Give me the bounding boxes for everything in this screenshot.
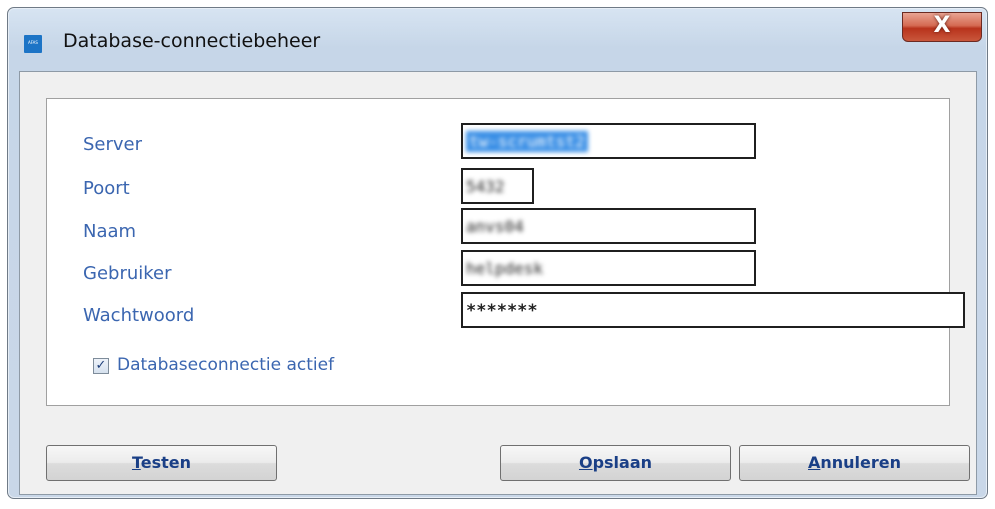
testen-button[interactable]: Testen xyxy=(46,445,277,481)
close-icon: X xyxy=(933,13,951,38)
connection-settings-panel: Server tw-scrumtst2 Poort 5432 Naam anvs… xyxy=(46,98,965,406)
opslaan-accesskey: O xyxy=(578,453,593,472)
wachtwoord-value: ******* xyxy=(466,301,538,321)
poort-value: 5432 xyxy=(466,177,505,196)
active-checkbox[interactable]: ✓ xyxy=(93,358,109,374)
app-logo-icon: AFAS xyxy=(24,35,42,53)
active-checkbox-label[interactable]: Databaseconnectie actief xyxy=(117,355,334,375)
gebruiker-label: Gebruiker xyxy=(83,263,172,284)
annuleren-label: nnuleren xyxy=(820,453,902,472)
close-button[interactable]: X xyxy=(902,12,982,42)
naam-input[interactable]: anvs04 xyxy=(461,208,756,244)
server-label: Server xyxy=(83,134,143,155)
window-title: Database-connectiebeheer xyxy=(63,30,321,52)
annuleren-accesskey: A xyxy=(807,453,821,472)
title-bar[interactable]: AFAS Database-connectiebeheer X xyxy=(8,8,987,68)
opslaan-label: pslaan xyxy=(592,453,653,472)
naam-value: anvs04 xyxy=(466,217,524,236)
app-logo-text: AFAS xyxy=(28,40,38,45)
dialog-window: AFAS Database-connectiebeheer X Server t… xyxy=(7,7,988,499)
gebruiker-input[interactable]: helpdesk xyxy=(461,250,756,286)
testen-accesskey: T xyxy=(131,453,141,472)
wachtwoord-label: Wachtwoord xyxy=(83,305,195,326)
opslaan-button[interactable]: Opslaan xyxy=(500,445,731,481)
server-value: tw-scrumtst2 xyxy=(466,131,588,152)
poort-input[interactable]: 5432 xyxy=(461,168,534,204)
annuleren-button[interactable]: Annuleren xyxy=(739,445,970,481)
wachtwoord-input[interactable]: ******* xyxy=(461,292,965,328)
dialog-client-area: Server tw-scrumtst2 Poort 5432 Naam anvs… xyxy=(19,71,977,495)
naam-label: Naam xyxy=(83,221,137,242)
testen-label: esten xyxy=(140,453,192,472)
gebruiker-value: helpdesk xyxy=(466,259,544,278)
poort-label: Poort xyxy=(83,178,130,199)
checkmark-icon: ✓ xyxy=(95,358,107,373)
server-input[interactable]: tw-scrumtst2 xyxy=(461,123,756,159)
